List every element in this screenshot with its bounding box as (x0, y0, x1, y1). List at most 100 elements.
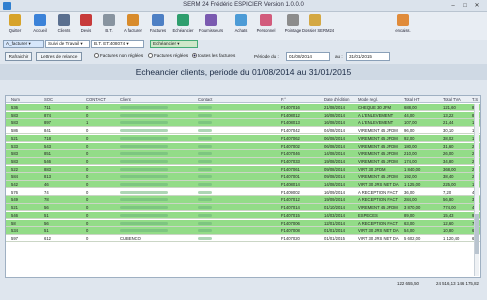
table-row[interactable]: 583 851 0 F1407046 14/08/2014 VIREMENT 45 JFD… (6, 150, 480, 158)
table-row[interactable]: 522 883 0 F1407061 09/08/2014 VIRT 30 JFDM 1 8… (6, 165, 480, 173)
staff-icon (260, 14, 272, 26)
radio-paid[interactable]: Factures réglées (148, 53, 188, 58)
toolbar-invoices-button[interactable]: Factures (145, 13, 171, 39)
table-row[interactable]: 597 612 0 CUBENCO F1407020 01/01/2015 VIRT 30 … (6, 234, 480, 243)
redacted-cell (198, 151, 212, 156)
table-row[interactable]: 583 897 1 F1408013 16/08/2014 A L'ENLEVEMENT 1… (6, 119, 480, 127)
filter-options: Rafraichir Lettres de relance Factures n… (0, 51, 487, 63)
table-cell: 12/01/2014 (324, 220, 345, 226)
maximize-button[interactable]: □ (460, 2, 470, 10)
toolbar-worksheet-button[interactable]: B.T. (96, 13, 122, 39)
column-header[interactable]: Total HT (404, 97, 420, 102)
column-header[interactable]: Mode regl. (358, 97, 378, 102)
column-header[interactable]: T.S (472, 97, 478, 102)
table-cell: 51 (44, 228, 49, 234)
table-cell: 612 (44, 235, 51, 241)
radio-all-label: toutes les factures (198, 53, 236, 58)
column-header[interactable]: Client (120, 97, 131, 102)
table-cell: 0 (86, 135, 89, 141)
table-cell: F1407008 (281, 228, 300, 234)
toolbar-home-button[interactable]: Accueil (27, 13, 53, 39)
table-row[interactable]: 586 841 0 F1407042 04/08/2014 VIREMENT 45 JFD… (6, 127, 480, 135)
minimize-button[interactable]: – (448, 2, 458, 10)
redacted-cell (120, 105, 168, 110)
table-cell: F1407001 (281, 174, 300, 180)
toolbar-suppliers-button[interactable]: Fournisseurs (198, 13, 224, 39)
table-cell: A RECEPTION FACT (358, 189, 399, 195)
table-row[interactable]: 583 546 0 F1407033 19/08/2014 VIREMENT 45 JFD… (6, 157, 480, 166)
toolbar-power-button[interactable]: Quitter (2, 13, 28, 39)
table-row[interactable]: 536 711 0 F1407016 21/08/2014 CHEQUE 30 JFM 68… (6, 104, 480, 112)
invoices-icon (152, 14, 164, 26)
column-header[interactable]: Date d'édition (324, 97, 349, 102)
filter-row: A_facturer ▾ Suivi de Travail ▾ B.T. ET:40… (0, 40, 487, 50)
table-cell: VIREMENT 45 JFDM (358, 143, 398, 149)
table-cell: 583 (11, 151, 18, 157)
redacted-cell (198, 190, 212, 195)
table-cell: A L'ENLEVEMENT (358, 120, 394, 126)
scrollbar-thumb[interactable] (475, 214, 479, 254)
column-header[interactable]: Num (11, 97, 20, 102)
table-cell: 06/08/2014 (324, 143, 345, 149)
vertical-scrollbar[interactable] (474, 104, 479, 276)
table-row[interactable]: 583 874 0 F1408012 16/08/2014 A L'ENLEVEMENT 4… (6, 111, 480, 120)
redacted-cell (120, 151, 168, 156)
table-row[interactable]: 521 718 0 F1407062 06/08/2014 VIREMENT 45 JFD… (6, 134, 480, 143)
filter-select-3[interactable]: Echéancier ▾ (150, 40, 198, 48)
date-from-field[interactable]: 01/08/2014 (286, 52, 330, 61)
table-cell: 774,00 (443, 205, 456, 211)
redacted-cell (198, 136, 212, 141)
filter-select-0[interactable]: A_facturer ▾ (3, 40, 44, 48)
table-cell: F1407012 (281, 197, 300, 203)
reminder-letters-button[interactable]: Lettres de relance (36, 52, 82, 61)
suppliers-icon (205, 14, 217, 26)
column-header[interactable]: SOC (44, 97, 53, 102)
table-cell: 36,00 (404, 189, 415, 195)
table-row[interactable]: 546 51 0 F1407015 14/03/2014 ESPECES 89,00 15,4… (6, 211, 480, 220)
table-row[interactable]: 576 74 0 F1409002 16/09/2014 A RECEPTION FACT… (6, 188, 480, 197)
toolbar-folder-button[interactable]: Dossier SERM24 (302, 13, 334, 39)
table-cell: 536 (11, 105, 18, 110)
column-header[interactable]: CONTACT (86, 97, 106, 102)
table-row[interactable]: 584 813 0 F1407001 09/08/2014 VIREMENT 45 JFD… (6, 173, 480, 181)
close-button[interactable]: ✕ (472, 2, 482, 10)
toolbar-staff-button[interactable]: Personnel (253, 13, 279, 39)
table-row[interactable]: 542 46 0 F1408014 14/08/2014 VIRT 30 JRS NET … (6, 181, 480, 189)
table-cell: 38,02 (443, 135, 454, 141)
worksheet-icon (103, 14, 115, 26)
toolbar-schedule-button[interactable]: Echéancier (170, 13, 196, 39)
toolbar-purchases-button[interactable]: Achats (228, 13, 254, 39)
refresh-button[interactable]: Rafraichir (5, 52, 32, 61)
table-cell: 543 (44, 143, 51, 149)
column-header[interactable]: Total TVA (443, 97, 461, 102)
toolbar-label: Fournisseurs (198, 28, 224, 33)
table-row[interactable]: 521 56 0 F1407014 01/10/2014 VIREMENT 45 JFDM… (6, 204, 480, 212)
table-row[interactable]: 58 56 0 F1407006 12/01/2014 A RECEPTION FACT 6… (6, 219, 480, 227)
table-cell: VIREMENT 45 JFDM (358, 174, 398, 180)
date-to-field[interactable]: 31/01/2015 (346, 52, 390, 61)
window-title: SERM 24 Frédéric ESPICIER Version 1.0.0.… (183, 2, 304, 8)
table-cell: 01/10/2014 (324, 205, 345, 211)
table-cell: 0 (86, 158, 89, 164)
table-cell: 54,00 (404, 228, 415, 234)
column-header[interactable]: F.° (281, 97, 286, 102)
table-cell: 10,80 (443, 228, 454, 234)
table-row[interactable]: 534 51 0 F1407008 01/01/2014 VIRT 30 JRS NET … (6, 227, 480, 235)
table-row[interactable]: 549 78 0 F1407012 19/09/2014 A RECEPTION FACT… (6, 196, 480, 204)
table-cell: 0 (86, 235, 89, 241)
filter-select-1[interactable]: Suivi de Travail ▾ (45, 40, 90, 48)
table-cell: 01/01/2015 (324, 235, 345, 241)
radio-unpaid-label: Factures non réglées (100, 53, 144, 58)
column-header[interactable]: Contact (198, 97, 212, 102)
table-cell: 09/08/2014 (324, 166, 345, 172)
toolbar-to-invoice-button[interactable]: A facturer (120, 13, 146, 39)
table-cell: 0 (86, 143, 89, 149)
radio-all[interactable]: toutes les factures (192, 53, 235, 58)
filter-select-2[interactable]: B.T. ET:408074 ▾ (91, 40, 144, 48)
redacted-cell (198, 144, 212, 149)
toolbar-piggy-bank-button[interactable]: encaiss. (390, 13, 416, 39)
table-cell: 107,00 (404, 120, 417, 126)
radio-unpaid[interactable]: Factures non réglées (94, 53, 143, 58)
table-row[interactable]: 533 543 0 F1407002 06/08/2014 VIREMENT 45 JFD… (6, 142, 480, 150)
table-cell: F1408012 (281, 112, 300, 118)
